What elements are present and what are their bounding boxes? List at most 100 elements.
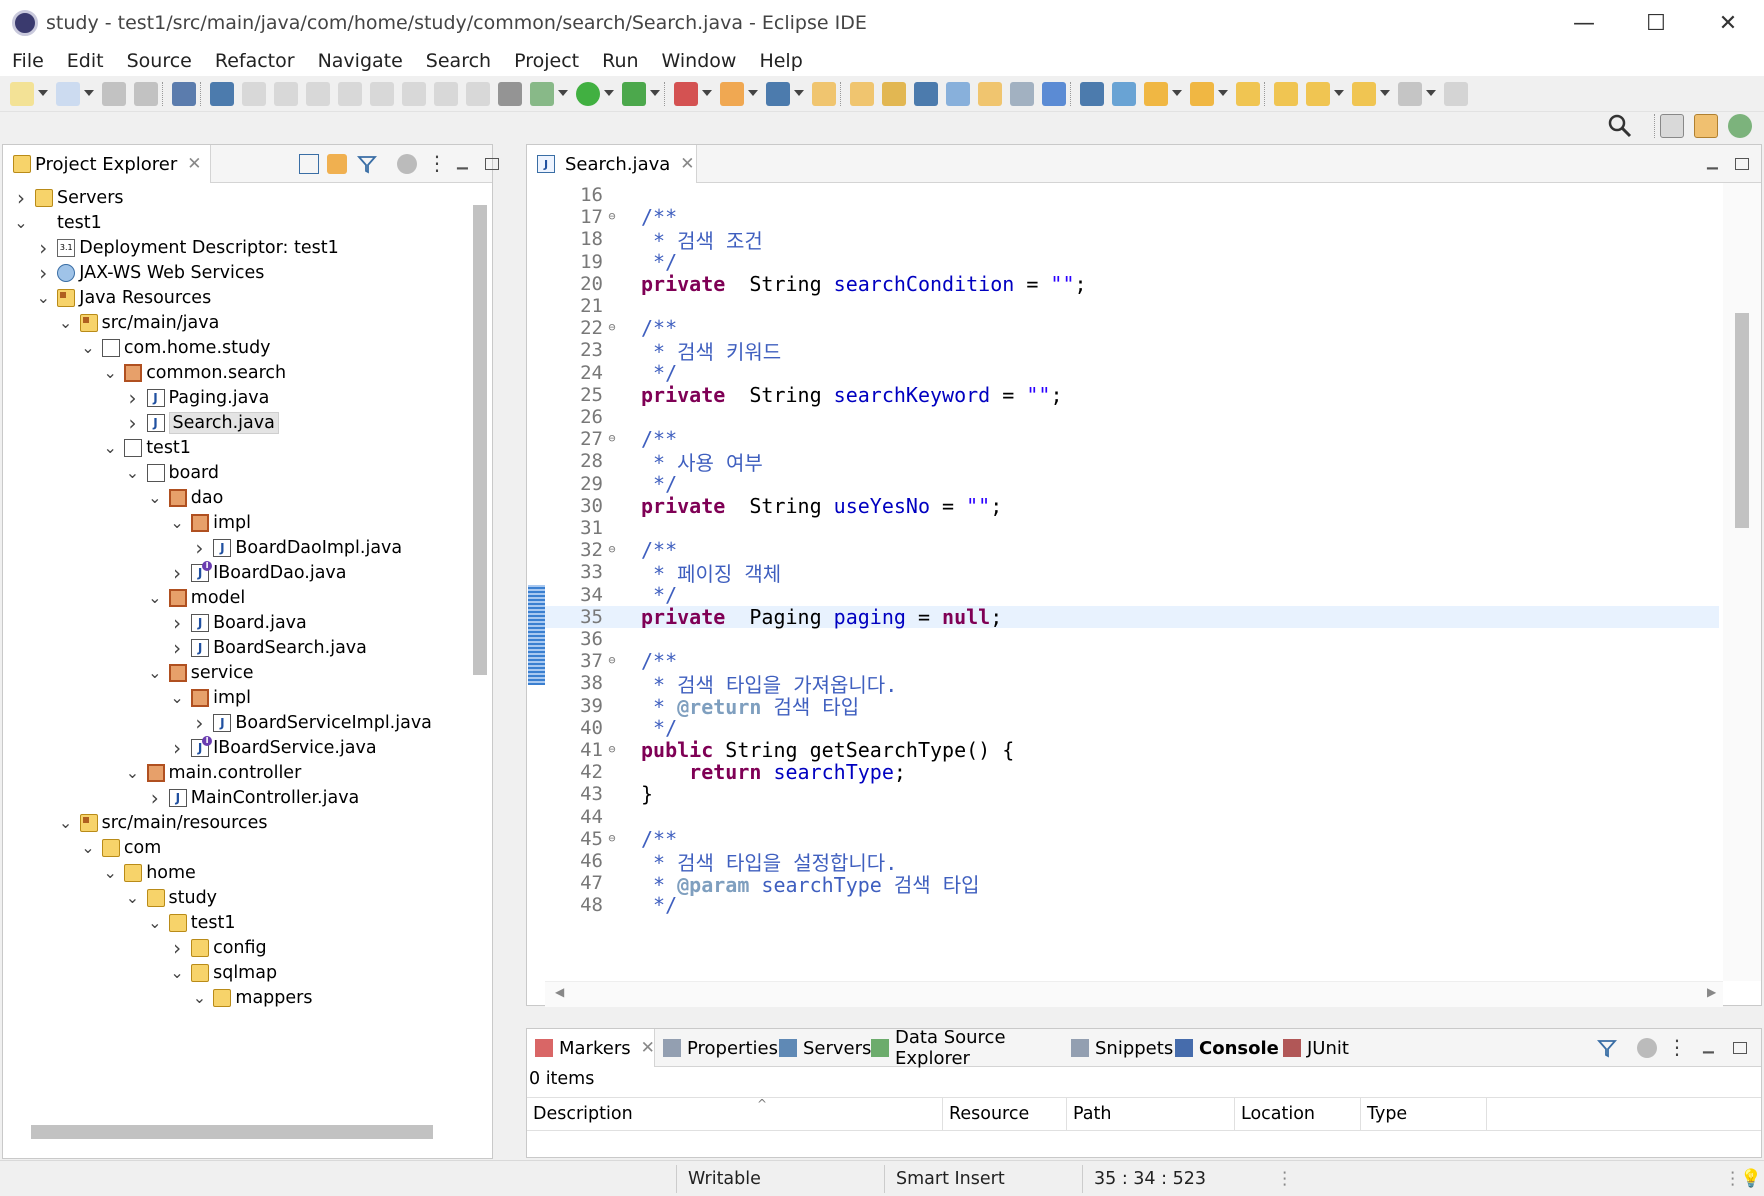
chevron-right-icon[interactable]: › — [169, 613, 185, 633]
code-line[interactable]: 34 */ — [545, 583, 1719, 607]
tree-item[interactable]: › J BoardSearch.java — [3, 635, 367, 660]
chevron-down-icon[interactable]: ⌄ — [191, 989, 207, 1005]
chevron-down-icon[interactable] — [1172, 90, 1182, 96]
search-icon[interactable] — [914, 82, 938, 106]
tree-item[interactable]: ⌄ sqlmap — [3, 960, 277, 985]
tab-console[interactable]: Console — [1167, 1029, 1279, 1067]
resume-icon[interactable] — [242, 82, 266, 106]
chevron-down-icon[interactable] — [604, 90, 614, 96]
scroll-right-icon[interactable]: ▶ — [1707, 985, 1716, 999]
code-line[interactable]: 24 */ — [545, 361, 1719, 385]
chevron-right-icon[interactable]: › — [169, 638, 185, 658]
menu-navigate[interactable]: Navigate — [306, 50, 414, 72]
code-line[interactable]: 23 * 검색 키워드 — [545, 339, 1719, 364]
code-line[interactable]: 16 — [545, 184, 1719, 206]
chevron-right-icon[interactable]: › — [191, 538, 207, 558]
tree-item[interactable]: ⌄ impl — [3, 685, 251, 710]
open-perspective-icon[interactable] — [1660, 114, 1684, 138]
step-over-icon[interactable] — [402, 82, 426, 106]
last-edit-icon[interactable] — [1306, 82, 1330, 106]
chevron-down-icon[interactable]: ⌄ — [102, 364, 118, 380]
menu-edit[interactable]: Edit — [55, 50, 115, 72]
tree-item[interactable]: ⌄ study — [3, 885, 217, 910]
tab-data-source-explorer[interactable]: Data Source Explorer — [863, 1027, 1063, 1069]
chevron-down-icon[interactable]: ⌄ — [125, 889, 141, 905]
column-header-location[interactable]: Location — [1235, 1098, 1361, 1130]
chevron-down-icon[interactable]: ⌄ — [125, 764, 141, 780]
menu-file[interactable]: File — [0, 50, 55, 72]
filter-icon[interactable] — [1597, 1038, 1617, 1058]
tree-item[interactable]: ⌄ Java Resources — [3, 285, 212, 310]
launch-icon[interactable] — [1144, 82, 1168, 106]
save-icon[interactable] — [102, 82, 126, 106]
chevron-right-icon[interactable]: › — [35, 263, 51, 283]
minimize-view-icon[interactable]: ▁ — [457, 154, 477, 174]
use-step-filters-icon[interactable] — [498, 82, 522, 106]
tab-snippets[interactable]: Snippets — [1063, 1029, 1173, 1067]
view-menu-icon[interactable]: ⋮ — [427, 153, 447, 174]
tree-item[interactable]: ⌄ main.controller — [3, 760, 301, 785]
tree-item[interactable]: ⌄ impl — [3, 510, 251, 535]
chevron-right-icon[interactable]: › — [125, 413, 141, 433]
tree-item[interactable]: › J MainController.java — [3, 785, 359, 810]
tree-vertical-scrollbar[interactable] — [473, 205, 487, 675]
new-package-icon[interactable] — [766, 82, 790, 106]
fold-icon[interactable]: ⊖ — [605, 321, 619, 335]
chevron-down-icon[interactable]: ⌄ — [80, 339, 96, 355]
pin-editor-icon[interactable] — [1444, 82, 1468, 106]
step-into-icon[interactable] — [370, 82, 394, 106]
chevron-right-icon[interactable]: › — [13, 188, 29, 208]
tab-search-java[interactable]: J Search.java ✕ — [527, 145, 697, 183]
chevron-down-icon[interactable] — [748, 90, 758, 96]
chevron-right-icon[interactable]: › — [147, 788, 163, 808]
menu-window[interactable]: Window — [650, 50, 748, 72]
lightbulb-icon[interactable]: 💡 — [1740, 1161, 1762, 1196]
maximize-view-icon[interactable] — [485, 158, 499, 170]
tree-horizontal-scrollbar[interactable] — [31, 1125, 433, 1139]
chevron-down-icon[interactable] — [1334, 90, 1344, 96]
disconnect-icon[interactable] — [338, 82, 362, 106]
java-ee-perspective-icon[interactable] — [1694, 114, 1718, 138]
tab-markers[interactable]: Markers ✕ — [527, 1029, 655, 1067]
code-line[interactable]: 28 * 사용 여부 — [545, 450, 1719, 475]
tree-item[interactable]: ⌄ service — [3, 660, 253, 685]
column-header-path[interactable]: Path — [1067, 1098, 1235, 1130]
code-line[interactable]: 47 * @param searchType 검색 타입 — [545, 872, 1719, 897]
fold-icon[interactable]: ⊖ — [605, 743, 619, 757]
tree-item[interactable]: › config — [3, 935, 267, 960]
chevron-down-icon[interactable] — [650, 90, 660, 96]
drop-to-frame-icon[interactable] — [466, 82, 490, 106]
chevron-down-icon[interactable]: ⌄ — [58, 814, 74, 830]
chevron-down-icon[interactable]: ⌄ — [147, 589, 163, 605]
code-line[interactable]: 41 ⊖ public String getSearchType() { — [545, 738, 1719, 762]
code-line[interactable]: 19 */ — [545, 250, 1719, 274]
chevron-down-icon[interactable]: ⌄ — [102, 864, 118, 880]
tree-item[interactable]: › J BoardServiceImpl.java — [3, 710, 432, 735]
minimize-button[interactable]: — — [1548, 0, 1620, 46]
chevron-right-icon[interactable]: › — [169, 738, 185, 758]
save-all-icon[interactable] — [134, 82, 158, 106]
code-line[interactable]: 36 — [545, 628, 1719, 650]
chevron-right-icon[interactable]: › — [191, 713, 207, 733]
run-external-icon[interactable] — [674, 82, 698, 106]
new-wizard-icon[interactable] — [56, 82, 80, 106]
debug-icon[interactable] — [530, 82, 554, 106]
tree-item[interactable]: ⌄ board — [3, 460, 219, 485]
maximize-view-icon[interactable] — [1733, 1042, 1747, 1054]
tree-item[interactable]: ⌄ dao — [3, 485, 223, 510]
close-icon[interactable]: ✕ — [680, 154, 694, 174]
run-icon[interactable] — [576, 82, 600, 106]
editor-horizontal-scrollbar[interactable]: ◀ ▶ — [545, 981, 1723, 1007]
tree-item[interactable]: › J Board.java — [3, 610, 307, 635]
link-with-editor-icon[interactable] — [327, 154, 347, 174]
tree-item[interactable]: ⌄ test1 — [3, 910, 235, 935]
tree-item[interactable]: ⌄ test1 — [3, 210, 101, 235]
chevron-down-icon[interactable] — [1218, 90, 1228, 96]
tree-item[interactable]: ⌄ common.search — [3, 360, 286, 385]
chevron-down-icon[interactable]: ⌄ — [125, 464, 141, 480]
toggle-mark-icon[interactable] — [946, 82, 970, 106]
tree-item[interactable]: › JIBoardDao.java — [3, 560, 347, 585]
tree-item[interactable]: ⌄ home — [3, 860, 195, 885]
code-line[interactable]: 39 * @return 검색 타입 — [545, 695, 1719, 720]
maximize-view-icon[interactable] — [1735, 158, 1749, 170]
